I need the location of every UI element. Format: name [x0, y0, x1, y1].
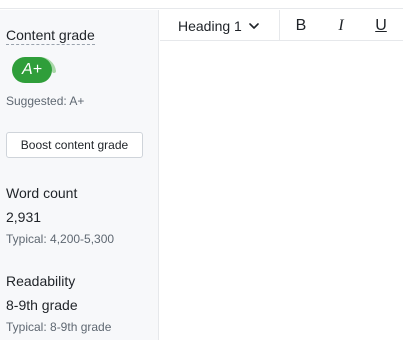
- chevron-down-icon: [249, 22, 259, 29]
- italic-button[interactable]: I: [323, 10, 359, 41]
- word-count-value: 2,931: [6, 209, 42, 225]
- content-sidebar: Content grade A+ Suggested: A+ Boost con…: [0, 10, 159, 340]
- readability-typical: Typical: 8-9th grade: [6, 320, 112, 334]
- content-grade-title[interactable]: Content grade: [6, 27, 95, 45]
- heading-style-label: Heading 1: [178, 17, 242, 34]
- word-count-typical: Typical: 4,200-5,300: [6, 232, 115, 246]
- heading-style-select[interactable]: Heading 1: [160, 10, 280, 41]
- boost-content-grade-button[interactable]: Boost content grade: [6, 132, 143, 158]
- bold-button[interactable]: B: [283, 10, 319, 41]
- format-toolbar: Heading 1 B I U: [160, 10, 403, 41]
- readability-value: 8-9th grade: [6, 297, 78, 313]
- editor-area[interactable]: Heading 1 B I U: [160, 10, 403, 340]
- content-grade-badge: A+: [10, 55, 60, 85]
- top-divider: [0, 0, 403, 9]
- readability-title: Readability: [6, 273, 76, 289]
- suggested-grade: Suggested: A+: [6, 94, 85, 108]
- underline-button[interactable]: U: [363, 10, 399, 41]
- grade-value: A+: [12, 57, 52, 83]
- word-count-title: Word count: [6, 185, 78, 201]
